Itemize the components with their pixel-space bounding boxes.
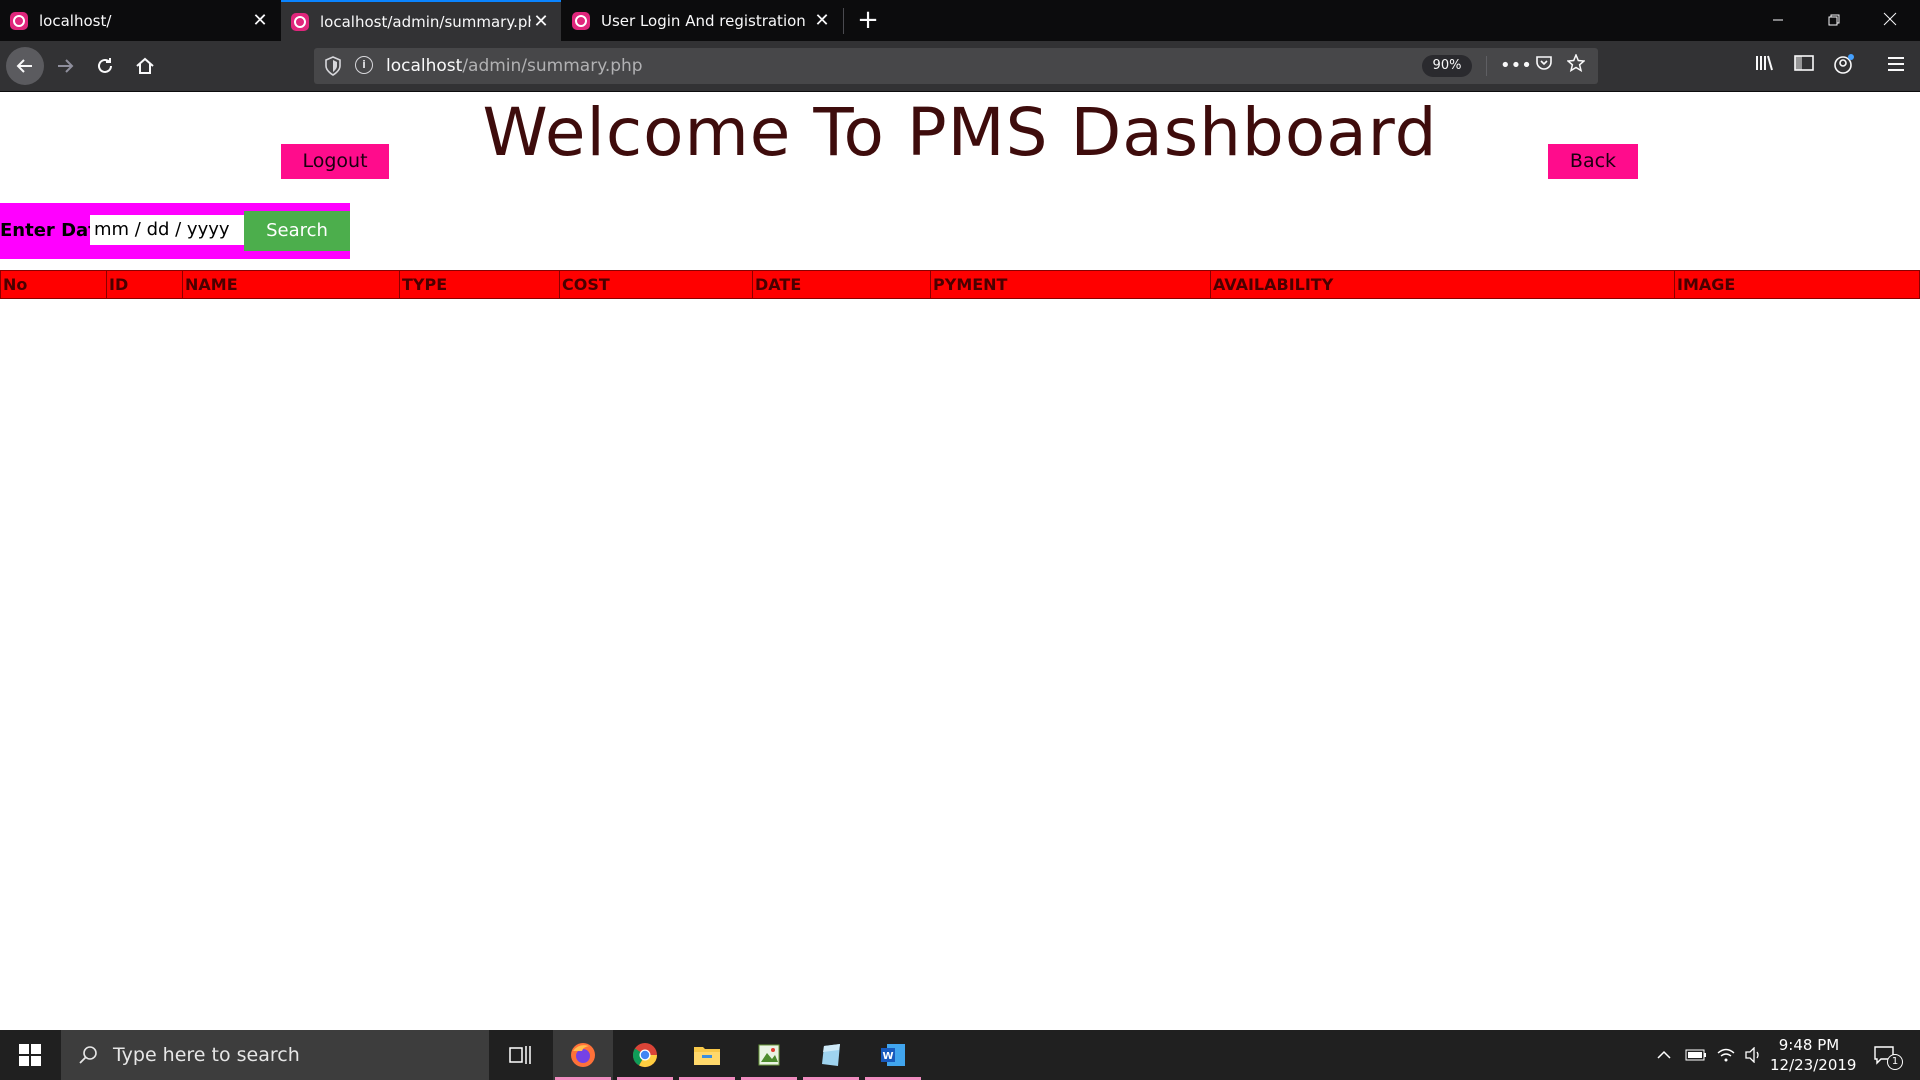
site-favicon-icon xyxy=(291,12,309,31)
minimize-icon[interactable] xyxy=(1750,0,1806,41)
clock-time: 9:48 PM xyxy=(1778,1036,1840,1054)
site-favicon-icon xyxy=(10,11,28,30)
image-viewer-icon[interactable] xyxy=(739,1030,799,1080)
column-header-availability: AVAILABILITY xyxy=(1210,271,1333,298)
tab-label: localhost/ xyxy=(39,11,112,30)
search-button[interactable]: Search xyxy=(244,211,350,251)
url-separator xyxy=(1486,56,1487,76)
column-header-payment: PYMENT xyxy=(930,271,1007,298)
tab-separator xyxy=(843,8,844,34)
column-header-date: DATE xyxy=(752,271,801,298)
reload-icon[interactable] xyxy=(86,47,124,85)
notification-center-icon[interactable]: 1 xyxy=(1864,1030,1904,1080)
back-button[interactable]: Back xyxy=(1548,144,1638,179)
volume-icon[interactable] xyxy=(1742,1030,1766,1080)
column-header-type: TYPE xyxy=(399,271,447,298)
column-header-no: No xyxy=(3,275,28,294)
tab-localhost[interactable]: localhost/ ✕ xyxy=(0,0,280,41)
close-tab-icon[interactable]: ✕ xyxy=(531,11,551,32)
system-clock[interactable]: 9:48 PM 12/23/2019 xyxy=(1770,1035,1857,1075)
menu-hamburger-icon[interactable] xyxy=(1882,53,1910,81)
zoom-level-badge[interactable]: 90% xyxy=(1422,55,1472,77)
battery-icon[interactable] xyxy=(1682,1030,1710,1080)
windows-taskbar: Type here to search W 9:48 PM 12/23/2019… xyxy=(0,1030,1920,1080)
close-tab-icon[interactable]: ✕ xyxy=(250,10,270,31)
word-icon[interactable]: W xyxy=(863,1030,923,1080)
tab-user-login[interactable]: User Login And registration ✕ xyxy=(562,0,842,41)
date-input[interactable]: mm / dd / yyyy xyxy=(90,215,246,245)
show-hidden-icons-icon[interactable] xyxy=(1652,1030,1676,1080)
site-info-icon[interactable]: i xyxy=(355,56,373,74)
browser-tab-bar: localhost/ ✕ localhost/admin/summary.php… xyxy=(0,0,1920,41)
forward-arrow-icon[interactable] xyxy=(46,47,84,85)
bookmark-star-icon[interactable] xyxy=(1564,53,1588,78)
column-header-name: NAME xyxy=(182,271,238,298)
url-host: localhost xyxy=(386,56,463,76)
library-icon[interactable] xyxy=(1750,53,1778,81)
tab-summary[interactable]: localhost/admin/summary.php ✕ xyxy=(281,0,561,41)
tab-label: localhost/admin/summary.php xyxy=(320,12,531,31)
date-search-form: Enter Date mm / dd / yyyy Search xyxy=(0,203,350,259)
pocket-icon[interactable] xyxy=(1532,54,1556,78)
summary-table-header: No ID NAME TYPE COST DATE PYMENT AVAILAB… xyxy=(0,270,1920,299)
windows-start-icon[interactable] xyxy=(0,1030,60,1080)
url-path: /admin/summary.php xyxy=(462,56,643,76)
firefox-icon[interactable] xyxy=(553,1030,613,1080)
column-header-cost: COST xyxy=(559,271,610,298)
column-header-image: IMAGE xyxy=(1674,271,1735,298)
tracking-shield-icon[interactable] xyxy=(324,56,342,76)
file-explorer-icon[interactable] xyxy=(677,1030,737,1080)
home-icon[interactable] xyxy=(126,47,164,85)
account-icon[interactable] xyxy=(1830,53,1858,81)
restore-icon[interactable] xyxy=(1806,0,1862,41)
page-content: Welcome To PMS Dashboard Logout Back Ent… xyxy=(0,92,1920,1030)
close-tab-icon[interactable]: ✕ xyxy=(812,10,832,31)
browser-nav-bar: i localhost/admin/summary.php 90% ••• xyxy=(0,41,1920,92)
task-view-icon[interactable] xyxy=(490,1030,550,1080)
notification-count-badge: 1 xyxy=(1887,1054,1903,1070)
new-tab-icon[interactable]: + xyxy=(852,4,884,36)
chrome-icon[interactable] xyxy=(615,1030,675,1080)
taskbar-search-box[interactable]: Type here to search xyxy=(61,1030,489,1080)
address-bar[interactable]: i localhost/admin/summary.php 90% ••• xyxy=(314,48,1598,84)
clock-date: 12/23/2019 xyxy=(1770,1056,1857,1074)
sidebar-icon[interactable] xyxy=(1790,53,1818,81)
taskbar-search-placeholder: Type here to search xyxy=(113,1044,300,1066)
notepad-icon[interactable] xyxy=(801,1030,861,1080)
svg-text:W: W xyxy=(882,1051,893,1062)
page-actions-icon[interactable]: ••• xyxy=(1500,54,1532,78)
tab-label: User Login And registration xyxy=(601,11,806,30)
url-text[interactable]: localhost/admin/summary.php xyxy=(386,56,643,76)
wifi-icon[interactable] xyxy=(1714,1030,1738,1080)
close-window-icon[interactable] xyxy=(1862,0,1918,41)
logout-button[interactable]: Logout xyxy=(281,144,389,179)
search-icon xyxy=(79,1046,97,1064)
back-arrow-icon[interactable] xyxy=(6,47,44,85)
column-header-id: ID xyxy=(106,271,128,298)
site-favicon-icon xyxy=(572,11,590,30)
